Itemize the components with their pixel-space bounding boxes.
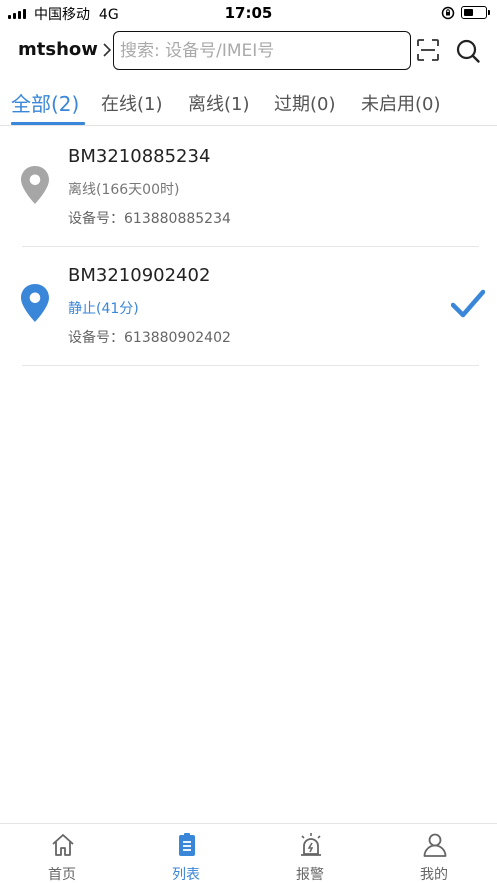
search-box[interactable] — [113, 31, 411, 70]
location-pin-icon — [21, 166, 49, 204]
battery-icon — [461, 6, 490, 19]
search-icon[interactable] — [455, 38, 481, 64]
list-icon — [179, 833, 195, 856]
tab-online[interactable]: 在线(1) — [101, 90, 163, 116]
user-icon — [423, 833, 447, 857]
device-imei: 设备号：613880885234 — [68, 211, 231, 227]
status-time: 17:05 — [224, 4, 273, 22]
tab-inactive[interactable]: 未启用(0) — [361, 90, 441, 116]
device-row[interactable]: BM3210885234 离线(166天00时) 设备号：61388088523… — [0, 128, 497, 247]
nav-profile[interactable]: 我的 — [372, 824, 496, 883]
active-tab-indicator — [11, 122, 85, 125]
nav-profile-label: 我的 — [420, 867, 448, 883]
device-list: BM3210885234 离线(166天00时) 设备号：61388088523… — [0, 128, 497, 366]
tab-all[interactable]: 全部(2) — [11, 88, 79, 117]
status-bar: 中国移动 4G 17:05 — [0, 0, 497, 26]
filter-tabs: 全部(2) 在线(1) 离线(1) 过期(0) 未启用(0) — [0, 78, 497, 126]
bottom-nav: 首页 列表 报警 我的 — [0, 823, 497, 883]
chevron-right-icon — [103, 42, 112, 57]
nav-list[interactable]: 列表 — [124, 824, 248, 883]
nav-alarm-label: 报警 — [296, 867, 324, 883]
tab-offline[interactable]: 离线(1) — [188, 90, 250, 116]
checkmark-icon — [451, 289, 485, 318]
location-pin-icon — [21, 284, 49, 322]
account-switcher[interactable]: mtshow — [18, 39, 112, 60]
device-status: 离线(166天00时) — [68, 182, 180, 198]
device-name: BM3210902402 — [68, 265, 211, 286]
tab-expired[interactable]: 过期(0) — [274, 90, 336, 116]
row-divider — [22, 365, 479, 366]
alarm-icon — [301, 833, 321, 856]
nav-home[interactable]: 首页 — [0, 824, 124, 883]
nav-list-label: 列表 — [172, 867, 200, 883]
top-header: mtshow — [0, 28, 497, 74]
device-name: BM3210885234 — [68, 146, 211, 167]
device-status: 静止(41分) — [68, 301, 139, 317]
search-input[interactable] — [114, 32, 410, 69]
home-icon — [52, 834, 74, 856]
device-row[interactable]: BM3210902402 静止(41分) 设备号：613880902402 — [0, 247, 497, 366]
scan-icon[interactable] — [416, 38, 440, 62]
account-name: mtshow — [18, 39, 98, 60]
rotation-lock-icon — [441, 6, 455, 20]
nav-home-label: 首页 — [48, 867, 76, 883]
nav-alarm[interactable]: 报警 — [248, 824, 372, 883]
device-imei: 设备号：613880902402 — [68, 330, 231, 346]
